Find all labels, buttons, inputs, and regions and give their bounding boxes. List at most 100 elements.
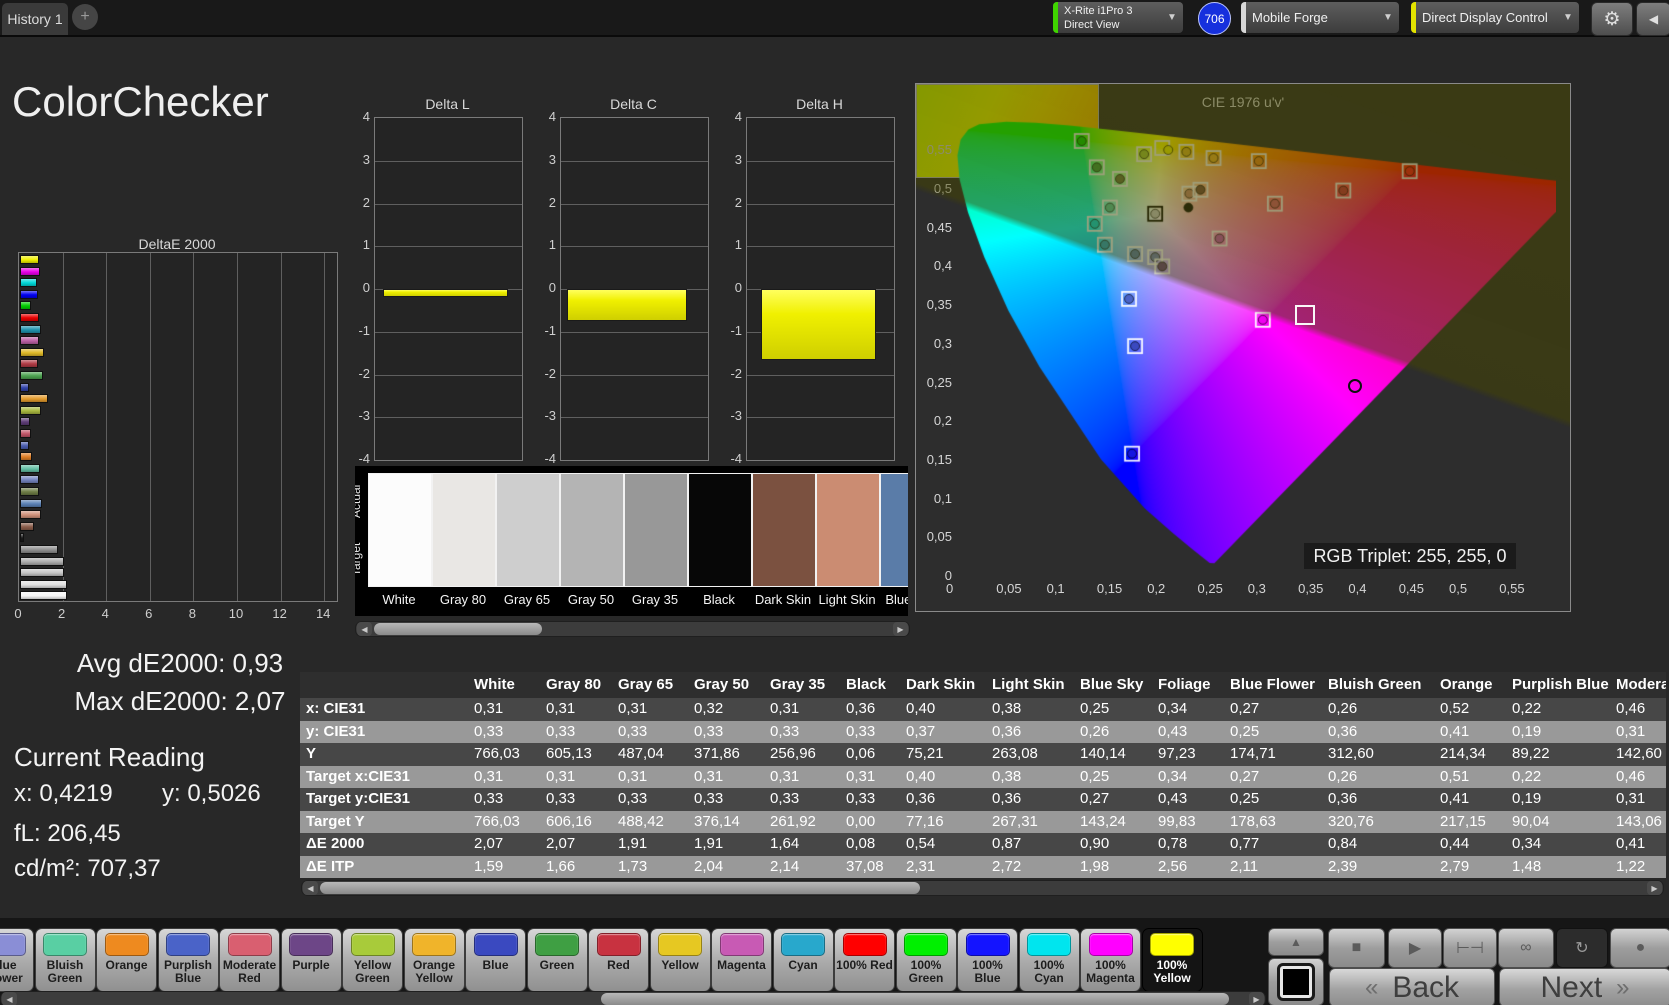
patch-button-100-magenta[interactable]: 100% Magenta (1080, 928, 1141, 992)
patch-color-chip (535, 933, 579, 956)
patch-color-chip (1150, 933, 1194, 956)
table-cell: 0,22 (1512, 700, 1542, 717)
scroll-left-icon[interactable]: ◀ (303, 881, 318, 895)
table-header-row: White Gray 80 Gray 65 Gray 50 Gray 35 Black Da… (300, 672, 1666, 698)
patch-button-yellow[interactable]: Yellow (649, 928, 711, 992)
patch-button-yellow-green[interactable]: Yellow Green (342, 928, 403, 992)
table-cell: 2,07 (546, 835, 576, 852)
delta-c-y-tick: 1 (548, 237, 556, 253)
table-cell: 0,00 (846, 812, 876, 830)
table-cell: 0,36 (1328, 722, 1358, 740)
settings-button[interactable]: ⚙ (1591, 2, 1633, 36)
meter-dropdown[interactable]: X-Rite i1Pro 3 Direct View ▼ (1053, 2, 1183, 33)
patch-color-chip (965, 933, 1010, 956)
step-button[interactable]: ⊢⊣ (1443, 928, 1497, 968)
delta-l-chart (374, 117, 523, 461)
strip-patch-label: Light Skin (818, 592, 876, 607)
table-cell: 0,26 (1080, 722, 1110, 740)
table-cell: 0,33 (694, 790, 724, 807)
scroll-right-icon[interactable]: ▶ (1647, 881, 1662, 895)
patch-button-label: Purplish Blue (163, 958, 212, 985)
top-toolbar: History 1 + X-Rite i1Pro 3 Direct View ▼… (0, 0, 1669, 37)
patch-button-100-green[interactable]: 100% Green (895, 928, 957, 992)
next-button[interactable]: Next » (1499, 968, 1669, 1005)
patch-button-purplish-blue[interactable]: Purplish Blue (157, 928, 219, 992)
tab-history-1[interactable]: History 1 (2, 3, 68, 35)
patch-button-cyan[interactable]: Cyan (772, 928, 834, 992)
patch-button-100-yellow[interactable]: 100% Yellow (1141, 928, 1203, 992)
scroll-left-icon[interactable]: ◀ (357, 622, 372, 636)
play-icon: ▶ (1408, 940, 1422, 957)
patch-button-blue[interactable]: Blue (465, 928, 526, 992)
delta_l-gridline (375, 246, 522, 248)
table-cell: 0,43 (1158, 722, 1188, 740)
patch-button-100-cyan[interactable]: 100% Cyan (1018, 928, 1080, 992)
collapse-panel-button[interactable]: ◀ (1636, 2, 1669, 36)
patch-color-chip (658, 933, 702, 956)
deltae-bar-purplish-blue (20, 440, 30, 450)
patch-button-moderate-red[interactable]: Moderate Red (219, 928, 280, 992)
table-cell: 178,63 (1230, 812, 1276, 830)
patch-button-red[interactable]: Red (588, 928, 649, 992)
max-de2000-value: Max dE2000: 2,07 (74, 686, 286, 716)
table-scrollbar[interactable]: ◀ ▶ (301, 880, 1664, 896)
table-cell: 1,91 (694, 835, 724, 852)
deltae-bar-moderate-red (20, 429, 31, 438)
delta_c-gridline (561, 203, 708, 205)
table-header-blue-sky: Blue Sky (1080, 676, 1144, 693)
patch-button-orange[interactable]: Orange (96, 928, 157, 992)
table-cell: 0,36 (846, 700, 876, 717)
source-dropdown[interactable]: Mobile Forge ▼ (1241, 2, 1399, 33)
scroll-left-icon[interactable]: ◀ (2, 992, 17, 1005)
back-button[interactable]: « Back (1329, 968, 1495, 1005)
strip-patch-label: Gray 50 (567, 592, 615, 607)
patch-row-scrollbar[interactable]: ◀ ▶ (0, 991, 1266, 1005)
patch-button-blue-flower[interactable]: Blue Flower (0, 928, 34, 992)
display-control-dropdown[interactable]: Direct Display Control ▼ (1411, 2, 1579, 33)
add-tab-button[interactable]: + (72, 4, 98, 30)
deltae-gridline (149, 253, 151, 601)
play-button[interactable]: ▶ (1388, 928, 1442, 968)
strip-patch-light-skin (816, 473, 880, 587)
table-cell: 0,37 (906, 722, 936, 740)
table-scrollbar-thumb[interactable] (320, 882, 920, 894)
delta-h-y-tick: 1 (734, 237, 742, 253)
table-cell: 1,91 (618, 835, 648, 852)
table-cell: 0,31 (474, 700, 504, 717)
infinity-button[interactable]: ∞ (1498, 928, 1554, 968)
patch-button-bluish-green[interactable]: Bluish Green (34, 928, 96, 992)
scroll-up-button[interactable]: ▲ (1268, 928, 1324, 956)
patch-button-100-blue[interactable]: 100% Blue (957, 928, 1018, 992)
patch-color-chip (719, 933, 764, 956)
table-cell: 37,08 (846, 857, 884, 875)
table-cell: 605,13 (546, 745, 592, 762)
table-cell: 2,72 (992, 857, 1022, 875)
table-cell: 606,16 (546, 812, 592, 830)
loop-button[interactable]: ↻ (1556, 928, 1608, 968)
record-button[interactable]: ● (1610, 928, 1669, 968)
strip-scrollbar-thumb[interactable] (374, 623, 542, 635)
strip-scrollbar[interactable]: ◀ ▶ (355, 621, 910, 637)
deltae-bar-blue (20, 382, 30, 392)
table-cell: 97,23 (1158, 745, 1196, 762)
table-cell: 0,38 (992, 700, 1022, 717)
table-cell: 0,84 (1328, 835, 1358, 852)
stop-button[interactable]: ■ (1328, 928, 1385, 968)
patch-button-purple[interactable]: Purple (280, 928, 342, 992)
patch-row-scrollbar-thumb[interactable] (601, 993, 1229, 1005)
table-row-label: Y (306, 745, 317, 762)
patch-button-orange-yellow[interactable]: Orange Yellow (403, 928, 465, 992)
table-cell: 0,27 (1230, 767, 1260, 785)
meter-count-badge[interactable]: 706 (1198, 2, 1231, 35)
delta-c-y-tick: -3 (544, 408, 556, 424)
patch-button-100-red[interactable]: 100% Red (834, 928, 895, 992)
patch-button-magenta[interactable]: Magenta (711, 928, 772, 992)
pattern-window-button[interactable] (1268, 958, 1324, 1005)
patch-color-chip (289, 933, 333, 956)
scroll-right-icon[interactable]: ▶ (893, 622, 908, 636)
table-header-gray-65: Gray 65 (618, 676, 674, 693)
patch-button-green[interactable]: Green (526, 928, 588, 992)
scroll-right-icon[interactable]: ▶ (1249, 992, 1264, 1005)
chevron-down-icon: ▼ (1167, 12, 1177, 23)
table-cell: 0,36 (1328, 790, 1358, 807)
